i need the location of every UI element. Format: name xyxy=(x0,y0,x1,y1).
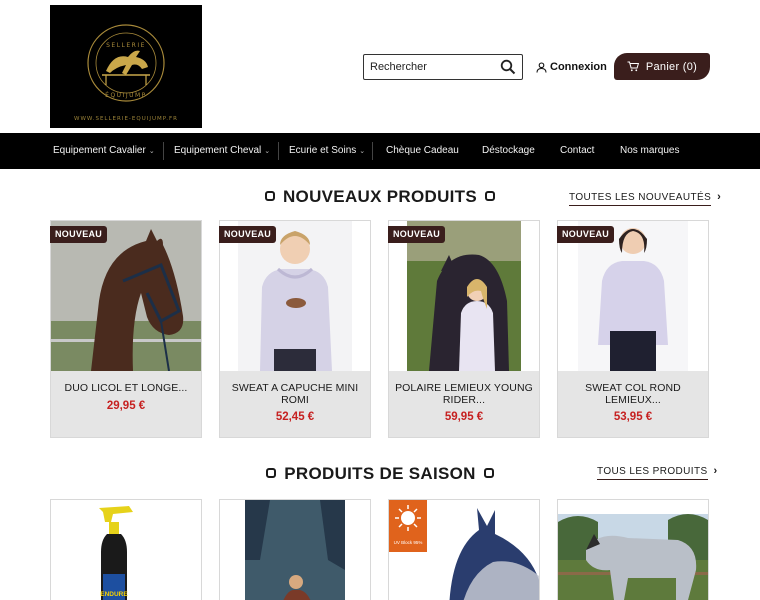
section-title-text: NOUVEAUX PRODUITS xyxy=(282,187,477,206)
square-icon xyxy=(266,468,277,478)
svg-text:ÉQUIJUMP: ÉQUIJUMP xyxy=(105,91,147,99)
square-icon xyxy=(483,468,494,478)
new-badge: NOUVEAU xyxy=(219,226,277,243)
nav-divider xyxy=(278,142,279,160)
nav-item-equipement-cheval[interactable]: Equipement Cheval ⌄ xyxy=(174,133,270,169)
search-icon[interactable] xyxy=(500,59,516,75)
cart-icon xyxy=(627,61,639,72)
see-all-products-link[interactable]: TOUS LES PRODUITS › xyxy=(597,465,718,480)
product-image xyxy=(220,500,370,600)
nav-divider xyxy=(372,142,373,160)
new-badge: NOUVEAU xyxy=(50,226,108,243)
season-product-card[interactable]: UV Block 95% xyxy=(388,499,540,600)
logo-emblem: SELLERIE ÉQUIJUMP xyxy=(87,24,165,102)
product-image: UV Block 95% xyxy=(389,500,539,600)
chevron-down-icon: ⌄ xyxy=(359,148,366,155)
cart-button[interactable]: Panier (0) xyxy=(614,53,710,80)
user-icon xyxy=(536,61,547,73)
nav-label: Déstockage xyxy=(482,145,535,156)
product-image xyxy=(558,221,708,371)
product-card[interactable]: NOUVEAU POLAIRE LEMIEUX YOUNG RIDER... 5… xyxy=(388,220,540,438)
search-bar xyxy=(363,54,523,80)
svg-text:ENDURE: ENDURE xyxy=(100,591,128,598)
svg-text:SELLERIE: SELLERIE xyxy=(106,42,146,49)
login-label: Connexion xyxy=(550,61,607,73)
product-image xyxy=(389,221,539,371)
chevron-right-icon: › xyxy=(717,191,722,203)
product-name[interactable]: SWEAT A CAPUCHE MINI ROMI xyxy=(226,382,364,406)
nav-label: Equipement Cheval xyxy=(174,145,262,156)
nav-label: Contact xyxy=(560,145,595,156)
login-link[interactable]: Connexion xyxy=(536,59,607,75)
product-image xyxy=(558,500,708,600)
product-price: 53,95 € xyxy=(613,411,653,423)
chevron-right-icon: › xyxy=(713,465,718,477)
product-price: 52,45 € xyxy=(275,411,315,423)
product-price: 59,95 € xyxy=(444,411,484,423)
product-name[interactable]: SWEAT COL ROND LEMIEUX... xyxy=(564,382,702,406)
svg-text:UV Block 95%: UV Block 95% xyxy=(394,540,423,545)
product-card[interactable]: NOUVEAU SWEAT A CAPUCHE MINI ROMI 52,45 … xyxy=(219,220,371,438)
nav-label: Ecurie et Soins xyxy=(289,145,357,156)
product-image xyxy=(51,221,201,371)
nav-label: Chèque Cadeau xyxy=(386,145,459,156)
product-name[interactable]: DUO LICOL ET LONGE... xyxy=(57,382,195,394)
product-card[interactable]: NOUVEAU SWEAT COL ROND LEMIEUX... 53,95 … xyxy=(557,220,709,438)
nav-label: Equipement Cavalier xyxy=(53,145,146,156)
season-product-card[interactable] xyxy=(219,499,371,600)
product-name[interactable]: POLAIRE LEMIEUX YOUNG RIDER... xyxy=(395,382,533,406)
nav-item-nos-marques[interactable]: Nos marques xyxy=(620,133,679,169)
square-icon xyxy=(485,191,495,201)
new-badge: NOUVEAU xyxy=(388,226,446,243)
chevron-down-icon: ⌄ xyxy=(264,148,271,155)
nav-item-contact[interactable]: Contact xyxy=(560,133,594,169)
new-badge: NOUVEAU xyxy=(557,226,615,243)
nav-label: Nos marques xyxy=(620,145,680,156)
see-all-new-link[interactable]: TOUTES LES NOUVEAUTÉS › xyxy=(569,191,722,206)
nav-divider xyxy=(163,142,164,160)
main-nav: Equipement Cavalier ⌄ Equipement Cheval ⌄ … xyxy=(0,133,760,169)
site-logo[interactable]: SELLERIE ÉQUIJUMP WWW.SELLERIE-EQUIJUMP.… xyxy=(50,5,202,128)
product-card[interactable]: NOUVEAU DUO LICOL ET LONGE... 29,95 € xyxy=(50,220,202,438)
nav-item-equipement-cavalier[interactable]: Equipement Cavalier ⌄ xyxy=(53,133,155,169)
product-price: 29,95 € xyxy=(106,400,146,412)
chevron-down-icon: ⌄ xyxy=(148,148,155,155)
nav-item-cheque-cadeau[interactable]: Chèque Cadeau xyxy=(386,133,459,169)
season-product-card[interactable]: ENDURE xyxy=(50,499,202,600)
product-image: ENDURE xyxy=(51,500,201,600)
cart-label: Panier (0) xyxy=(645,60,698,73)
nav-item-ecurie-et-soins[interactable]: Ecurie et Soins ⌄ xyxy=(289,133,365,169)
product-image xyxy=(220,221,370,371)
see-all-label: TOUS LES PRODUITS xyxy=(597,466,708,480)
logo-url: WWW.SELLERIE-EQUIJUMP.FR xyxy=(74,116,178,122)
see-all-label: TOUTES LES NOUVEAUTÉS xyxy=(569,192,712,206)
nav-item-destockage[interactable]: Déstockage xyxy=(482,133,535,169)
season-product-card[interactable] xyxy=(557,499,709,600)
square-icon xyxy=(264,191,275,201)
search-input[interactable] xyxy=(370,59,495,75)
section-title-text: PRODUITS DE SAISON xyxy=(284,464,476,483)
